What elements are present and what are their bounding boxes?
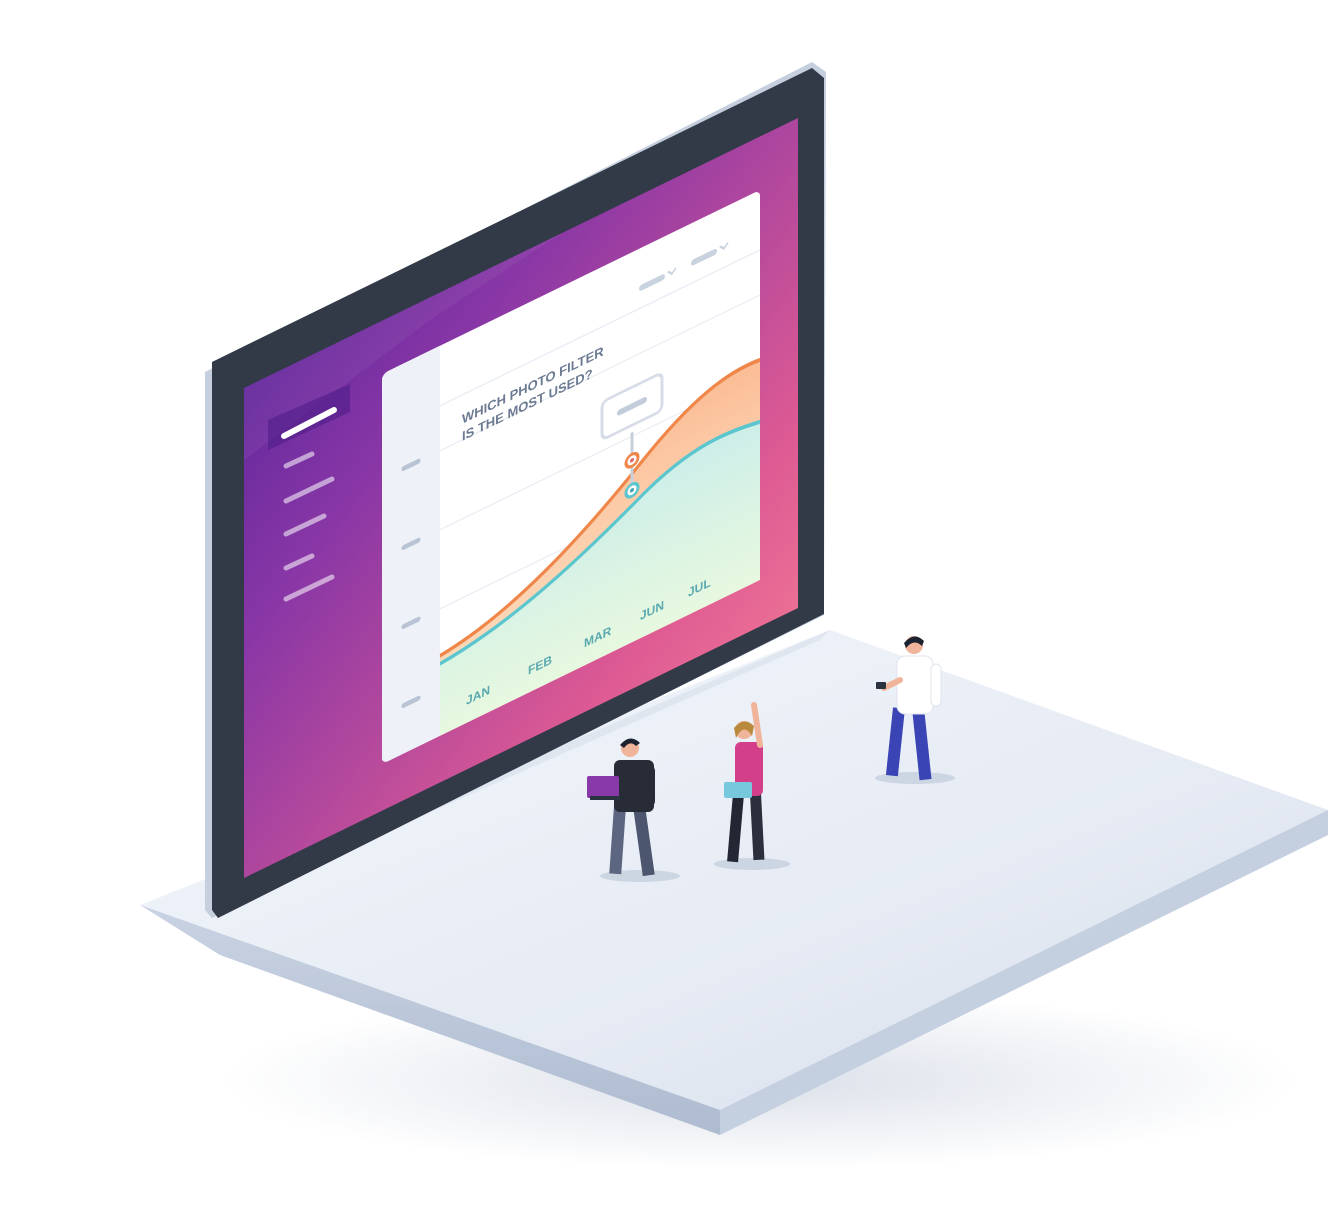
laptop-illustration: WHICH PHOTO FILTER IS THE MOST USED? JAN… bbox=[140, 62, 1328, 1170]
